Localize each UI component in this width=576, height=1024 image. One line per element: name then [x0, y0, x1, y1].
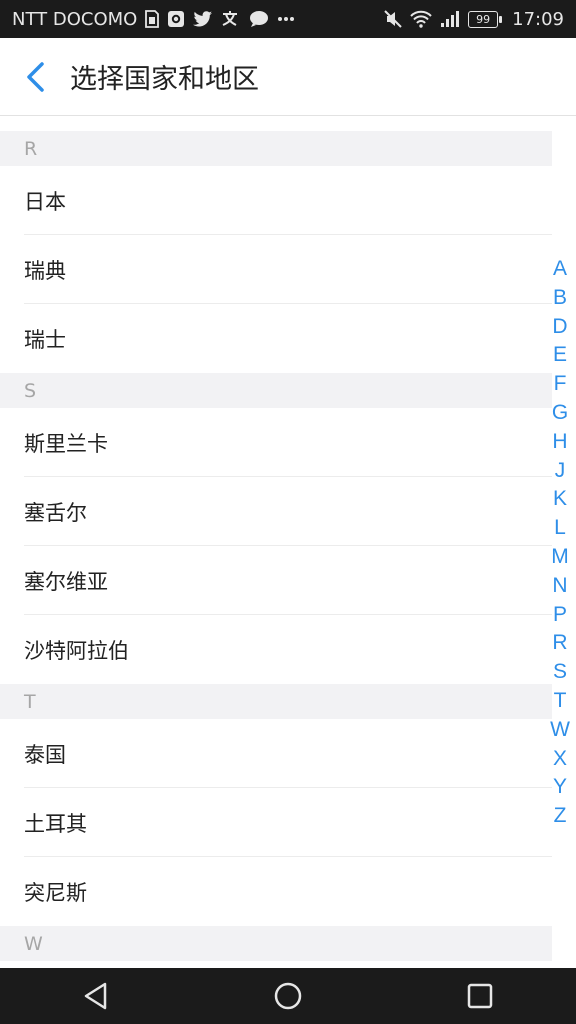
- index-letter-p[interactable]: P: [553, 601, 567, 630]
- system-nav-bar: [0, 968, 576, 1024]
- index-letter-e[interactable]: E: [553, 341, 567, 370]
- index-letter-z[interactable]: Z: [554, 802, 567, 831]
- wifi-icon: [410, 10, 432, 28]
- camera-app-icon: [167, 10, 185, 28]
- section-header-s: S: [0, 373, 552, 408]
- list-item[interactable]: 土耳其: [0, 788, 552, 857]
- clock: 17:09: [512, 8, 564, 30]
- index-letter-s[interactable]: S: [553, 658, 567, 687]
- nav-home-button[interactable]: [248, 968, 328, 1024]
- section-header-w: W: [0, 926, 552, 961]
- app-header: 选择国家和地区: [0, 38, 576, 116]
- index-letter-b[interactable]: B: [553, 284, 567, 313]
- carrier-name: NTT DOCOMO: [12, 8, 138, 30]
- twitter-icon: [193, 11, 213, 27]
- triangle-back-icon: [84, 982, 107, 1010]
- list-item[interactable]: 日本: [0, 166, 552, 235]
- list-item[interactable]: 塞舌尔: [0, 477, 552, 546]
- index-letter-x[interactable]: X: [553, 745, 567, 774]
- index-letter-n[interactable]: N: [552, 572, 567, 601]
- list-item[interactable]: 突尼斯: [0, 857, 552, 926]
- index-letter-g[interactable]: G: [552, 399, 568, 428]
- list-item[interactable]: 泰国: [0, 719, 552, 788]
- index-letter-f[interactable]: F: [554, 370, 567, 399]
- section-header-r: R: [0, 131, 552, 166]
- nav-recents-button[interactable]: [440, 968, 520, 1024]
- message-icon: [249, 10, 269, 28]
- index-letter-r[interactable]: R: [552, 629, 567, 658]
- status-bar: NTT DOCOMO 99 17:09: [0, 0, 576, 38]
- index-letter-t[interactable]: T: [554, 687, 567, 716]
- circle-home-icon: [274, 982, 302, 1010]
- list-item[interactable]: 瑞士: [0, 304, 552, 373]
- translate-icon: [221, 10, 241, 28]
- index-letter-y[interactable]: Y: [553, 773, 567, 802]
- more-notifications-icon: [277, 16, 295, 22]
- back-button[interactable]: [0, 38, 70, 116]
- sim-icon: [145, 10, 160, 28]
- square-recents-icon: [467, 983, 493, 1009]
- battery-icon: 99: [468, 10, 503, 28]
- nav-back-button[interactable]: [56, 968, 136, 1024]
- index-letter-h[interactable]: H: [552, 428, 567, 457]
- mute-icon: [384, 10, 402, 28]
- index-letter-j[interactable]: J: [555, 457, 566, 486]
- index-letter-w[interactable]: W: [550, 716, 570, 745]
- index-letter-a[interactable]: A: [553, 255, 567, 284]
- index-letter-d[interactable]: D: [552, 313, 567, 342]
- list-item[interactable]: 瑞典: [0, 235, 552, 304]
- section-header-t: T: [0, 684, 552, 719]
- list-item[interactable]: 塞尔维亚: [0, 546, 552, 615]
- index-letter-k[interactable]: K: [553, 485, 567, 514]
- alphabet-index-bar[interactable]: ABDEFGHJKLMNPRSTWXYZ: [548, 255, 572, 831]
- chevron-left-icon: [27, 61, 44, 92]
- country-list[interactable]: R 日本 瑞典 瑞士 S 斯里兰卡 塞舌尔 塞尔维亚 沙特阿拉伯 T 泰国 土耳…: [0, 116, 576, 968]
- page-title: 选择国家和地区: [70, 64, 259, 95]
- signal-icon: [440, 10, 460, 28]
- list-item[interactable]: 沙特阿拉伯: [0, 615, 552, 684]
- list-item[interactable]: 斯里兰卡: [0, 408, 552, 477]
- index-letter-l[interactable]: L: [554, 514, 566, 543]
- index-letter-m[interactable]: M: [551, 543, 569, 572]
